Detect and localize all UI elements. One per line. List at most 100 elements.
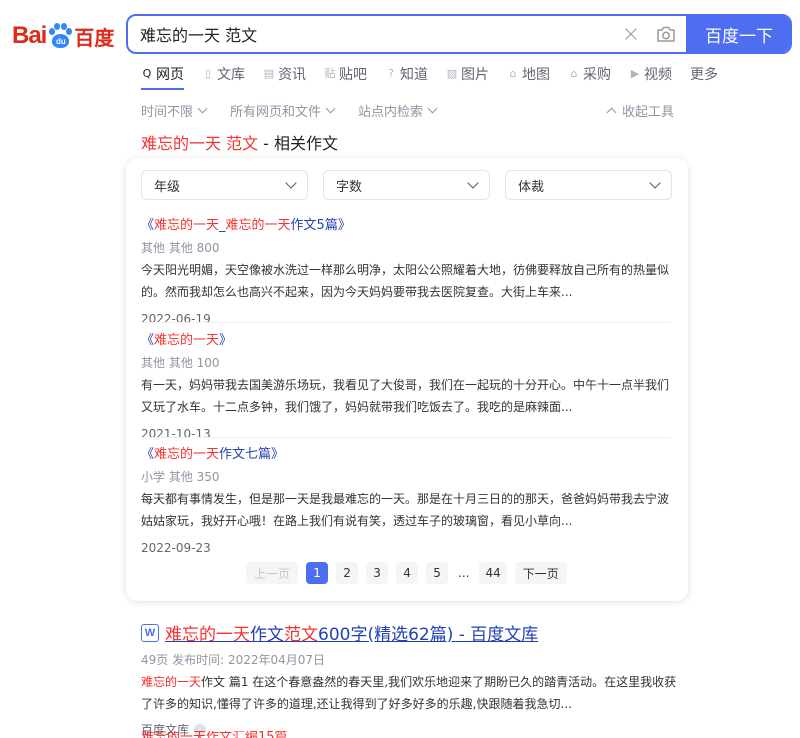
tab-label: 采购: [583, 67, 611, 83]
chevron-down-icon: [467, 177, 479, 189]
title-segment: 》: [219, 333, 233, 348]
page-5-button[interactable]: 5: [426, 562, 449, 584]
tab-7[interactable]: ⌂ 地图: [507, 62, 551, 86]
question-icon: ?: [388, 67, 394, 80]
news-icon: ▤: [263, 67, 275, 80]
tab-9[interactable]: ▶ 视频: [629, 62, 672, 86]
tab-6[interactable]: ▨ 图片: [446, 62, 489, 86]
chevron-down-icon: [197, 103, 208, 114]
divider: [141, 437, 671, 438]
essay-item-desc: 今天阳光明媚，天空像被水洗过一样那么明净，太阳公公照耀着大地，彷佛要释放自己所有…: [141, 263, 670, 299]
map-icon: ⌂: [509, 67, 517, 80]
chevron-down-icon: [649, 177, 661, 189]
image-icon: ▨: [446, 67, 458, 80]
page-2-button[interactable]: 2: [336, 562, 359, 584]
essay-item-date: 2021-10-13: [141, 427, 211, 441]
tab-label: 贴吧: [339, 67, 367, 83]
title-segment: 难忘的一天: [154, 218, 220, 233]
title-segment: 作文七篇》: [219, 447, 285, 462]
camera-icon[interactable]: [646, 16, 686, 52]
scope-filter[interactable]: 所有网页和文件: [230, 101, 336, 120]
chevron-down-icon: [427, 103, 438, 114]
page-last-button[interactable]: 44: [479, 562, 507, 584]
tab-4[interactable]: 贴贴吧: [324, 62, 368, 86]
prev-page-button[interactable]: 上一页: [246, 562, 299, 584]
tab-8[interactable]: ⌂ 采购: [568, 62, 612, 86]
title-segment: 范文: [284, 625, 318, 645]
doc-icon: ▯: [204, 67, 212, 80]
tab-label: 视频: [644, 67, 672, 83]
title-segment: 作文: [250, 625, 284, 645]
tab-label: 知道: [400, 67, 428, 83]
search-tabs: Q 网页 ▯ 文库 ▤ 资讯贴贴吧? 知道 ▨ 图片 ⌂ 地图 ⌂ 采购 ▶ 视频 更多: [141, 62, 736, 90]
wenku-doc-icon: W: [141, 623, 159, 642]
tab-1[interactable]: Q 网页: [141, 62, 184, 90]
essay-item: 《难忘的一天》 其他 其他 100 有一天，妈妈带我去国美游乐场玩，我看见了大俊…: [141, 329, 671, 441]
search-box: 难忘的一天 范文 × 百度一下: [126, 14, 792, 54]
essay-section-title[interactable]: 难忘的一天 范文 - 相关作文: [141, 130, 338, 154]
tab-label: 网页: [156, 67, 184, 83]
chevron-down-icon: [285, 177, 297, 189]
tab-label: 文库: [217, 67, 245, 83]
essay-item-desc: 每天都有事情发生，但是那一天是我最难忘的一天。那是在十月三日的的那天，爸爸妈妈带…: [141, 492, 670, 528]
essay-item-meta: 其他 其他 800: [141, 241, 220, 255]
tab-label: 地图: [522, 67, 550, 83]
divider: [141, 322, 671, 323]
page-1-button[interactable]: 1: [306, 562, 329, 584]
paw-icon: du: [47, 23, 73, 49]
title-segment: 作文5篇》: [290, 218, 351, 233]
title-segment: 难忘的一天: [154, 333, 220, 348]
result-snippet: 难忘的一天作文 篇1 在这个春意盎然的春天里,我们欢乐地迎来了期盼已久的踏青活动…: [141, 675, 677, 711]
title-segment: 难忘的一天: [225, 218, 291, 233]
collapse-tools-button[interactable]: 收起工具: [606, 101, 674, 120]
tab-10[interactable]: 更多: [690, 62, 718, 86]
site-filter[interactable]: 站点内检索: [358, 101, 438, 120]
baidu-logo[interactable]: Bai du 百度: [12, 18, 117, 54]
tab-label: 更多: [690, 67, 718, 83]
essay-filters: 年级 字数 体裁: [141, 170, 672, 200]
essay-item-meta: 小学 其他 350: [141, 470, 220, 484]
search-tools: 时间不限 所有网页和文件 站点内检索 收起工具: [141, 101, 674, 120]
essay-card: 年级 字数 体裁 《难忘的一天_难忘的一天作文5篇》 其他 其他 800 今天阳…: [126, 158, 688, 601]
search-result: W 难忘的一天作文范文600字(精选62篇) - 百度文库 49页 发布时间: …: [141, 620, 681, 738]
title-segment: 难忘的一天: [165, 625, 250, 645]
title-segment: 《: [141, 218, 155, 233]
title-segment: 《: [141, 333, 155, 348]
result-meta: 49页 发布时间: 2022年04月07日: [141, 653, 326, 667]
search-result-title[interactable]: 难忘的一天作文汇编15篇: [141, 731, 288, 738]
essay-item: 《难忘的一天_难忘的一天作文5篇》 其他 其他 800 今天阳光明媚，天空像被水…: [141, 214, 671, 326]
essay-item-title[interactable]: 《难忘的一天_难忘的一天作文5篇》: [141, 214, 671, 233]
result-title[interactable]: W 难忘的一天作文范文600字(精选62篇) - 百度文库: [141, 620, 681, 645]
essay-item-desc: 有一天，妈妈带我去国美游乐场玩，我看见了大俊哥，我们在一起玩的十分开心。中午十一…: [141, 378, 670, 414]
logo-bai-text: Bai: [12, 22, 47, 49]
video-icon: ▶: [630, 67, 640, 80]
tab-2[interactable]: ▯ 文库: [202, 62, 245, 86]
page-4-button[interactable]: 4: [396, 562, 419, 584]
essay-item: 《难忘的一天作文七篇》 小学 其他 350 每天都有事情发生，但是那一天是我最难…: [141, 443, 671, 555]
essay-item-title[interactable]: 《难忘的一天作文七篇》: [141, 443, 671, 462]
clear-icon[interactable]: ×: [616, 22, 646, 47]
search-input[interactable]: 难忘的一天 范文: [128, 22, 616, 46]
tab-3[interactable]: ▤ 资讯: [263, 62, 306, 86]
tab-label: 资讯: [278, 67, 306, 83]
essay-item-title[interactable]: 《难忘的一天》: [141, 329, 671, 348]
pagination: 上一页 1 2 3 4 5 ... 44 下一页: [246, 562, 567, 584]
pagination-ellipsis: ...: [458, 566, 470, 580]
shop-icon: ⌂: [570, 67, 578, 80]
chevron-up-icon: [606, 107, 617, 118]
page-3-button[interactable]: 3: [366, 562, 389, 584]
grade-select[interactable]: 年级: [141, 170, 308, 200]
chevron-down-icon: [325, 103, 336, 114]
search-button[interactable]: 百度一下: [686, 16, 790, 52]
essay-item-date: 2022-06-19: [141, 312, 211, 326]
genre-select[interactable]: 体裁: [505, 170, 672, 200]
logo-du-text: 百度: [74, 25, 115, 50]
tab-5[interactable]: ? 知道: [385, 62, 428, 86]
wordcount-select[interactable]: 字数: [323, 170, 490, 200]
next-page-button[interactable]: 下一页: [514, 562, 567, 584]
search-icon: Q: [142, 67, 152, 80]
title-segment: 《: [141, 447, 155, 462]
result-title-link[interactable]: 难忘的一天作文范文600字(精选62篇) - 百度文库: [165, 620, 538, 645]
tieba-icon: 贴: [324, 67, 336, 80]
time-filter[interactable]: 时间不限: [141, 101, 208, 120]
